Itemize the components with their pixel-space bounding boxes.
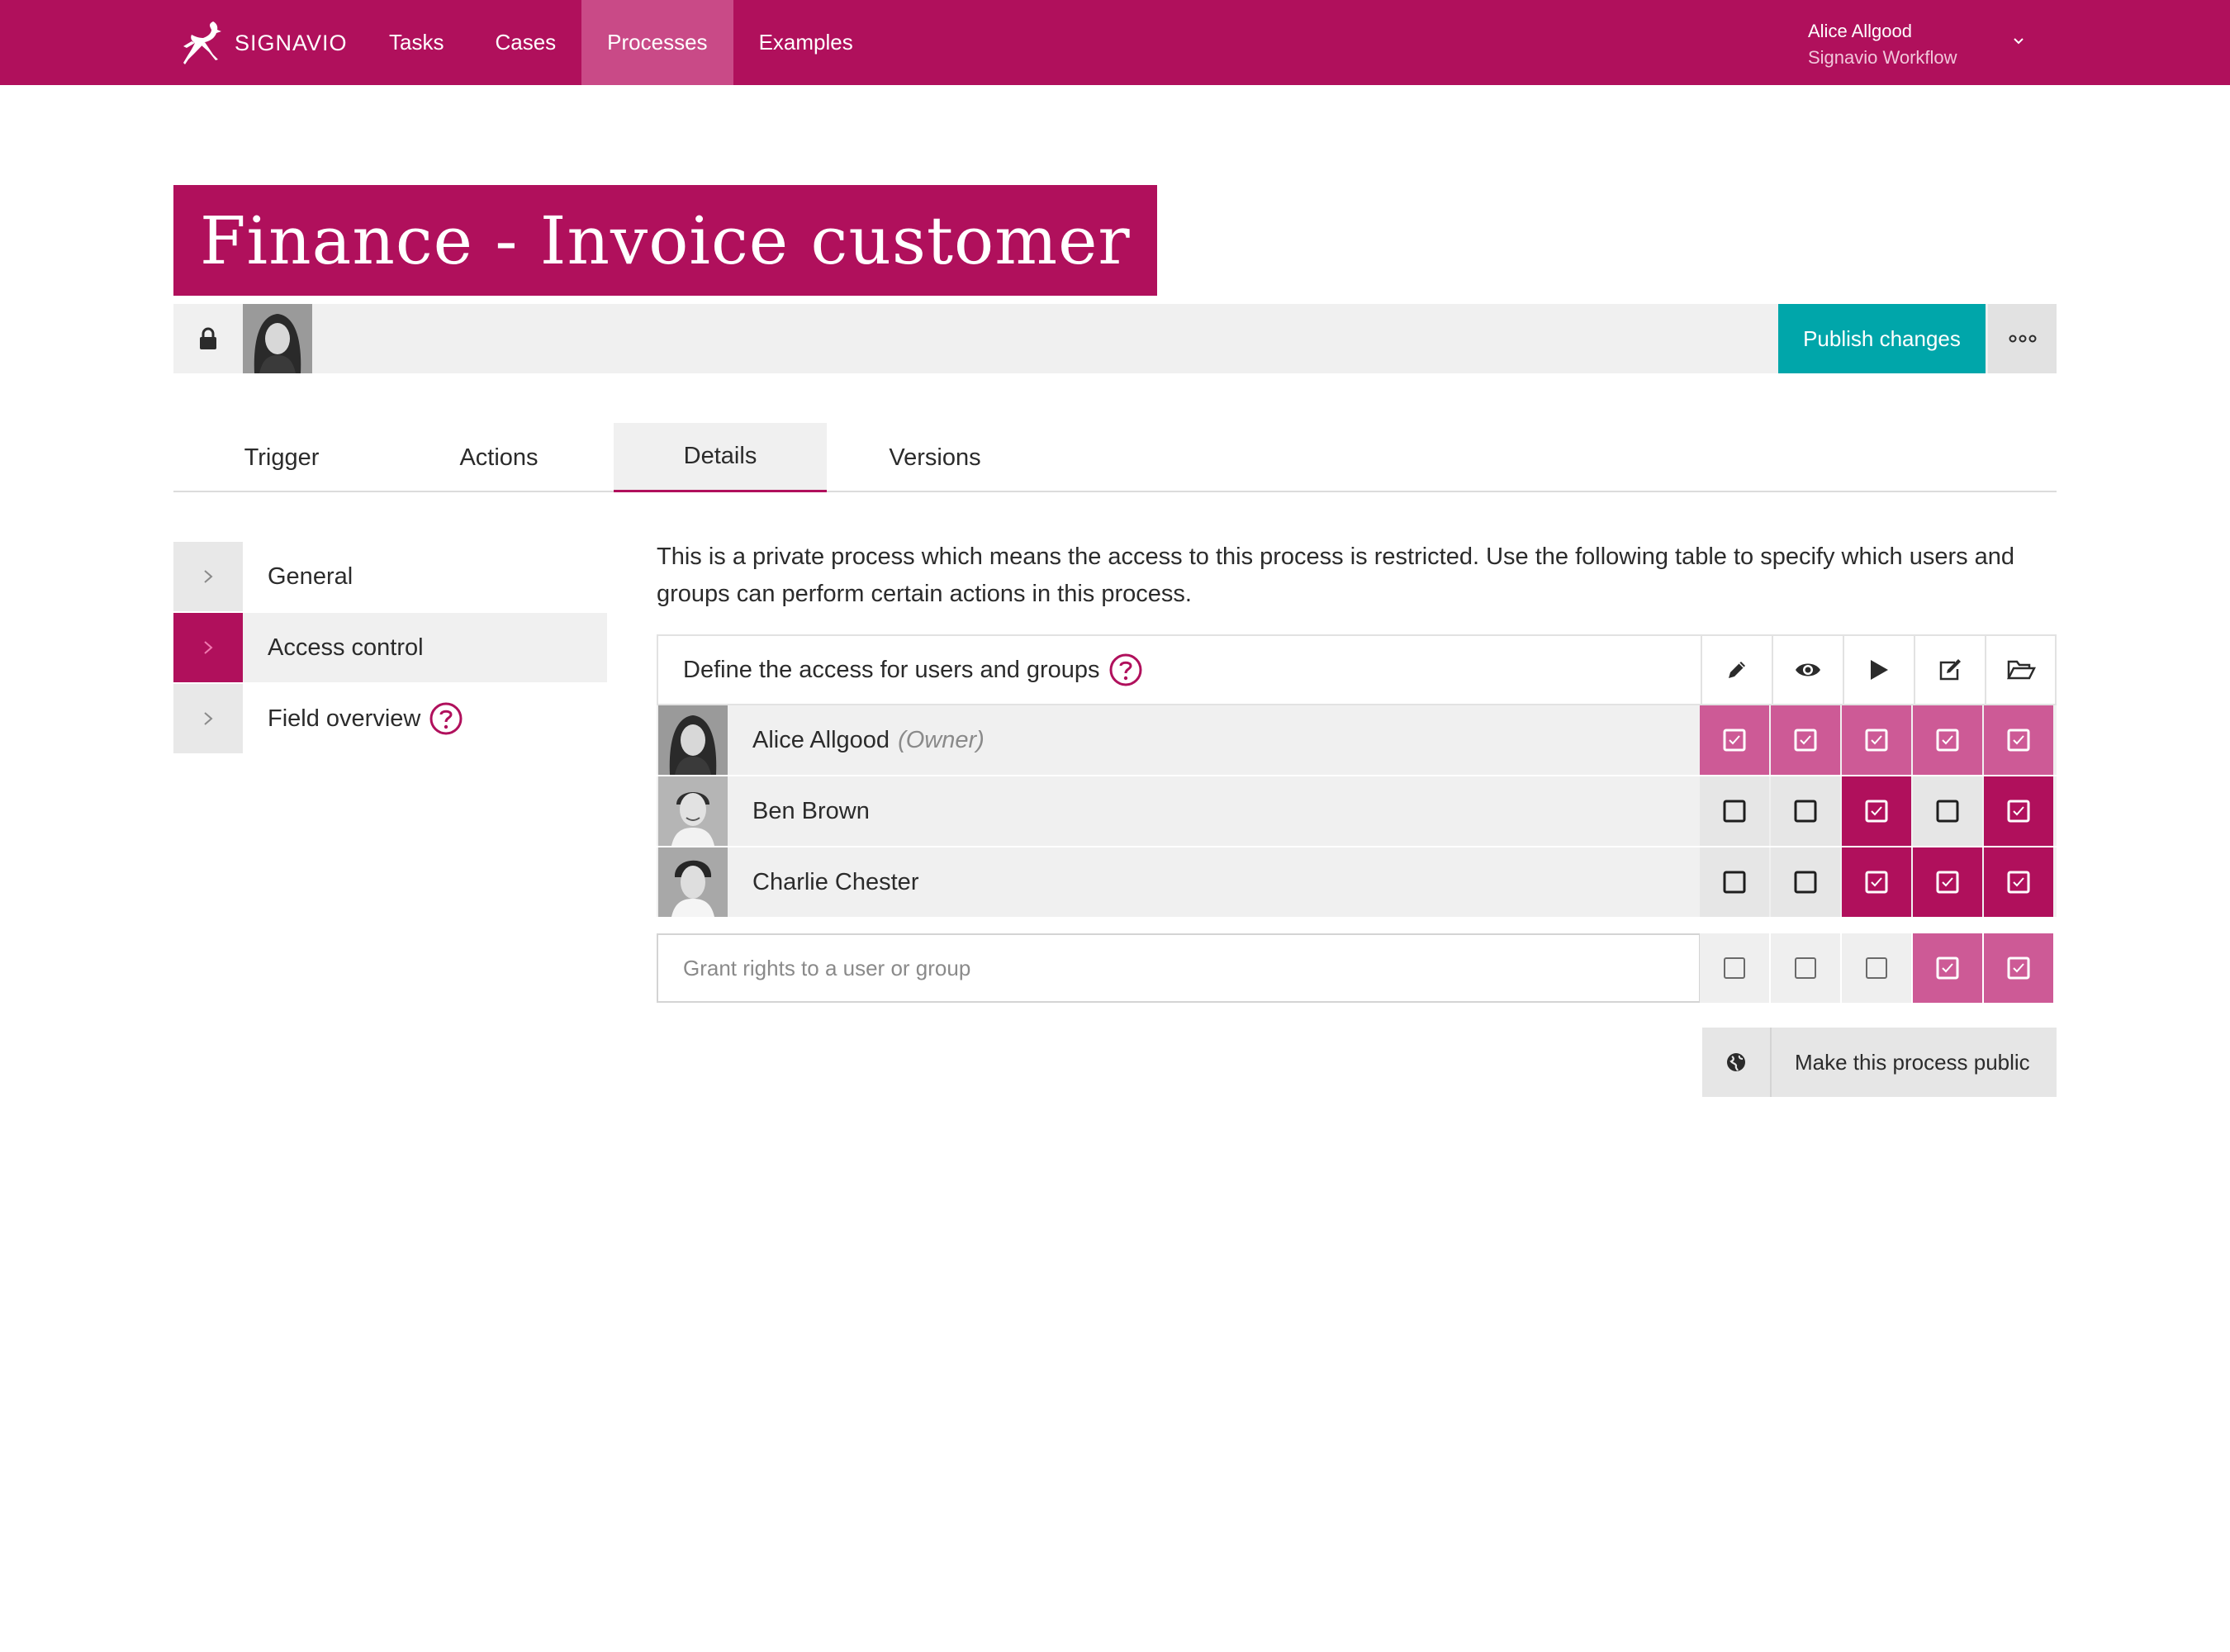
grant-checkbox-start[interactable] — [1842, 933, 1911, 1003]
permission-checkbox-edit-details[interactable] — [1913, 776, 1982, 846]
chevron-right-icon — [173, 542, 243, 611]
tab-versions[interactable]: Versions — [827, 423, 1043, 492]
row-name-wrap: Alice Allgood (Owner) — [752, 705, 985, 775]
user-menu[interactable]: Alice Allgood Signavio Workflow — [1808, 18, 2039, 71]
brand-name: SIGNAVIO — [235, 30, 348, 55]
make-public-label: Make this process public — [1795, 1049, 2030, 1075]
permission-checkbox-open[interactable] — [1984, 705, 2053, 775]
grant-checkbox-edit-details[interactable] — [1913, 933, 1982, 1003]
chevron-down-icon[interactable] — [2010, 33, 2027, 50]
avatar — [658, 705, 728, 775]
side-menu-field-overview[interactable]: Field overview — [173, 684, 607, 753]
antelope-logo-icon — [183, 21, 221, 64]
side-menu-label: General — [268, 563, 353, 590]
make-public-button[interactable]: Make this process public — [1702, 1028, 2057, 1097]
access-header-wrap: Define the access for users and groups — [683, 636, 1143, 704]
nav-tasks[interactable]: Tasks — [363, 0, 469, 85]
permission-checkbox-open[interactable] — [1984, 847, 2053, 917]
permission-checkbox-start[interactable] — [1842, 705, 1911, 775]
more-options-button[interactable] — [1988, 304, 2057, 373]
permission-checkbox-start[interactable] — [1842, 776, 1911, 846]
ellipsis-icon — [2009, 335, 2036, 343]
access-table-header: Define the access for users and groups — [657, 634, 2057, 705]
grant-checkbox-open[interactable] — [1984, 933, 2053, 1003]
top-bar: SIGNAVIO Tasks Cases Processes Examples … — [0, 0, 2230, 85]
row-name-wrap: Charlie Chester — [752, 847, 918, 917]
permission-checkbox-edit[interactable] — [1700, 847, 1769, 917]
owner-avatar[interactable] — [243, 304, 312, 373]
table-row: Ben Brown — [657, 776, 2057, 846]
user-organization: Signavio Workflow — [1808, 47, 1957, 68]
nav-examples[interactable]: Examples — [733, 0, 879, 85]
access-intro-text: This is a private process which means th… — [657, 544, 2015, 607]
permission-checkbox-edit[interactable] — [1700, 705, 1769, 775]
process-toolbar: Publish changes — [173, 304, 2057, 373]
main-nav: Tasks Cases Processes Examples — [363, 0, 879, 85]
permission-checkbox-edit-details[interactable] — [1913, 705, 1982, 775]
side-menu-label: Field overview — [268, 705, 421, 732]
permission-checkbox-open[interactable] — [1984, 776, 2053, 846]
start-play-icon — [1843, 636, 1914, 704]
owner-label: (Owner) — [898, 726, 985, 753]
user-name: Charlie Chester — [752, 868, 919, 895]
chevron-right-icon — [173, 684, 243, 753]
globe-icon — [1702, 1028, 1772, 1097]
edit-pencil-icon — [1701, 636, 1772, 704]
permission-checkbox-view[interactable] — [1771, 776, 1840, 846]
grant-checkbox-edit[interactable] — [1700, 933, 1769, 1003]
tab-actions[interactable]: Actions — [390, 423, 608, 492]
edit-note-icon — [1914, 636, 1985, 704]
avatar — [658, 776, 728, 846]
access-header-label: Define the access for users and groups — [683, 656, 1100, 683]
permission-checkbox-view[interactable] — [1771, 847, 1840, 917]
lock-icon — [200, 327, 216, 349]
avatar — [658, 847, 728, 917]
open-folder-icon — [1985, 636, 2056, 704]
grant-rights-input[interactable] — [657, 933, 1701, 1003]
help-icon[interactable] — [1108, 653, 1143, 687]
permission-checkbox-edit-details[interactable] — [1913, 847, 1982, 917]
page-title: Finance - Invoice customer — [200, 202, 1131, 279]
nav-cases[interactable]: Cases — [469, 0, 581, 85]
signavio-logo[interactable]: SIGNAVIO — [180, 17, 348, 69]
chevron-right-icon — [173, 613, 243, 682]
user-name: Alice Allgood — [1808, 21, 1912, 41]
nav-processes[interactable]: Processes — [581, 0, 733, 85]
side-menu-label: Access control — [268, 634, 424, 661]
view-eye-icon — [1772, 636, 1843, 704]
process-tabs: Trigger Actions Details Versions — [173, 423, 2057, 492]
permission-checkbox-start[interactable] — [1842, 847, 1911, 917]
tab-trigger[interactable]: Trigger — [173, 423, 390, 492]
permission-checkbox-view[interactable] — [1771, 705, 1840, 775]
row-name-wrap: Ben Brown — [752, 776, 870, 846]
table-row: Alice Allgood (Owner) — [657, 705, 2057, 775]
user-name: Alice Allgood — [752, 726, 890, 753]
help-icon[interactable] — [429, 701, 463, 736]
publish-changes-button[interactable]: Publish changes — [1778, 304, 1986, 373]
side-menu-access-control[interactable]: Access control — [173, 613, 607, 682]
grant-checkbox-view[interactable] — [1771, 933, 1840, 1003]
side-menu-label-wrap: Field overview — [268, 684, 463, 753]
table-row: Charlie Chester — [657, 847, 2057, 917]
process-title-box: Finance - Invoice customer — [173, 185, 1157, 296]
tab-details[interactable]: Details — [614, 423, 827, 492]
side-menu-general[interactable]: General — [173, 542, 607, 611]
user-name: Ben Brown — [752, 797, 870, 824]
permission-checkbox-edit[interactable] — [1700, 776, 1769, 846]
